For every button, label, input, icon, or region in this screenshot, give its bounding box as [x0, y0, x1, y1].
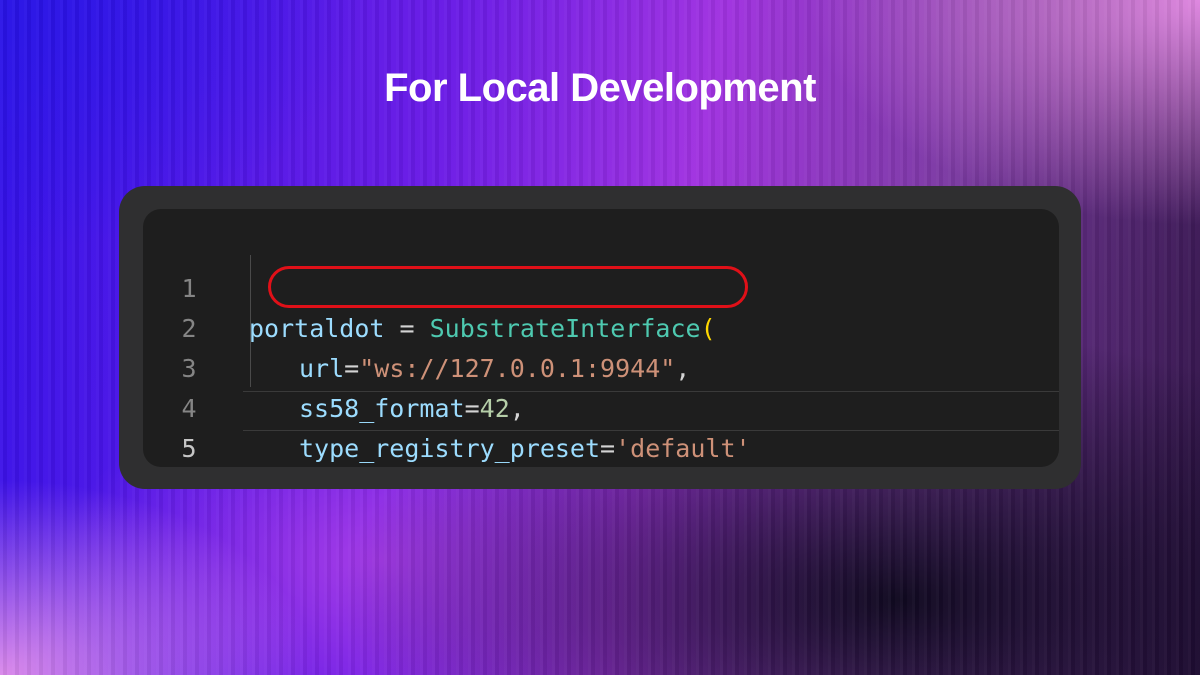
code-line: 4 type_registry_preset='default': [143, 349, 1059, 463]
code-token: =: [600, 434, 616, 463]
url-highlight-annotation: [268, 266, 748, 308]
code-line: 5 ): [143, 389, 1059, 463]
code-editor: 1 portaldot = SubstrateInterface( 2 url=…: [143, 209, 1059, 467]
line-number: 5: [181, 434, 197, 463]
code-line: 1 portaldot = SubstrateInterface(: [143, 229, 1059, 343]
line-content: type_registry_preset='default': [299, 429, 751, 467]
code-token: 'default': [615, 434, 751, 463]
slide-title: For Local Development: [384, 66, 816, 110]
code-token: type_registry_preset: [299, 434, 601, 463]
code-line: 3 ss58_format=42,: [143, 309, 1059, 423]
